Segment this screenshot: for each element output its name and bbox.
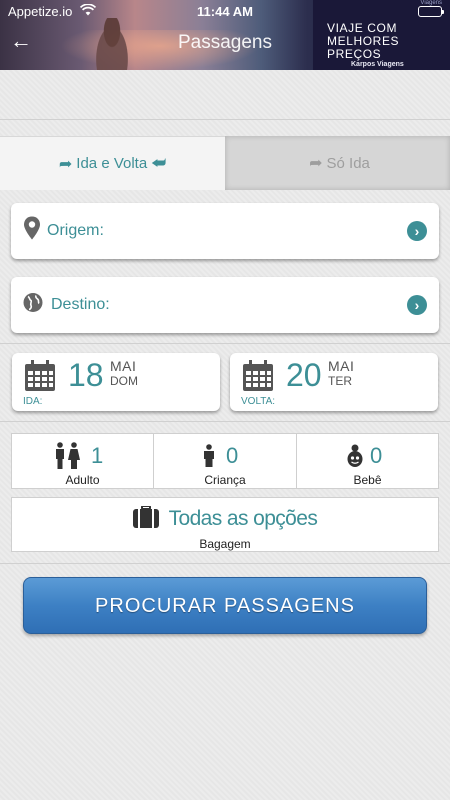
departure-date-card[interactable]: 18 MAI DOM IDA: — [12, 353, 220, 411]
map-pin-icon — [23, 216, 41, 246]
page-title: Passagens — [177, 32, 272, 53]
departure-weekday: DOM — [110, 374, 138, 388]
child-label: Criança — [204, 473, 246, 487]
baggage-value-row: Todas as opções — [12, 505, 438, 534]
return-caption: VOLTA: — [241, 396, 276, 407]
origin-label: Origem: — [47, 222, 104, 239]
divider — [0, 563, 450, 564]
divider — [0, 119, 450, 120]
tab-round-trip-label: Ida e Volta — [76, 155, 148, 172]
baby-count: 0 — [370, 443, 383, 468]
passenger-selector: 1 Adulto 0 Criança 0 Bebê — [11, 433, 439, 489]
suitcase-icon — [132, 505, 159, 534]
return-arrow-icon: ⮨ — [151, 154, 167, 172]
status-time: 11:44 AM — [197, 4, 253, 19]
battery-icon — [418, 6, 444, 17]
tab-one-way-label: Só Ida — [326, 154, 370, 172]
departure-month: MAI — [110, 358, 137, 374]
return-day: 20 — [286, 357, 322, 393]
return-weekday: TER — [328, 374, 352, 388]
child-selector[interactable]: 0 Criança — [154, 434, 297, 488]
tab-one-way[interactable]: ➦ Só Ida — [225, 136, 450, 190]
child-count: 0 — [226, 443, 239, 468]
origin-field[interactable]: Origem: › — [11, 203, 439, 259]
baggage-value: Todas as opções — [168, 507, 318, 530]
tab-round-trip[interactable]: ➦ Ida e Volta ⮨ — [0, 136, 225, 190]
return-date-card[interactable]: 20 MAI TER VOLTA: — [230, 353, 438, 411]
baggage-selector[interactable]: Todas as opções Bagagem — [11, 497, 439, 552]
baby-selector[interactable]: 0 Bebê — [297, 434, 438, 488]
chevron-right-icon: › — [407, 295, 427, 315]
adult-couple-icon — [54, 442, 80, 475]
search-flights-button[interactable]: PROCURAR PASSAGENS — [23, 577, 427, 634]
destination-label: Destino: — [51, 296, 110, 313]
divider — [0, 343, 450, 344]
return-month: MAI — [328, 358, 355, 374]
adult-count: 1 — [91, 443, 104, 468]
divider — [0, 421, 450, 422]
header-banner: Viagens VIAJE COM MELHORES PREÇOS Karpos… — [0, 0, 450, 70]
baggage-label: Bagagem — [199, 537, 251, 551]
departure-caption: IDA: — [23, 396, 43, 407]
share-arrow-icon: ➦ — [58, 155, 73, 173]
globe-icon — [23, 293, 43, 318]
adult-selector[interactable]: 1 Adulto — [12, 434, 154, 488]
adult-label: Adulto — [65, 473, 100, 487]
baby-icon — [345, 444, 365, 473]
calendar-icon — [242, 360, 274, 397]
child-icon — [202, 444, 216, 473]
trip-type-tabs: ➦ Ida e Volta ⮨ ➦ Só Ida — [0, 136, 450, 190]
destination-field[interactable]: Destino: › — [11, 277, 439, 333]
calendar-icon — [24, 360, 56, 397]
share-arrow-icon: ➦ — [309, 155, 323, 172]
chevron-right-icon: › — [407, 221, 427, 241]
ad-brand: Karpos Viagens — [351, 61, 404, 68]
departure-day: 18 — [68, 357, 104, 393]
status-bar: Appetize.io 11:44 AM — [0, 0, 450, 24]
baby-label: Bebê — [353, 473, 382, 487]
